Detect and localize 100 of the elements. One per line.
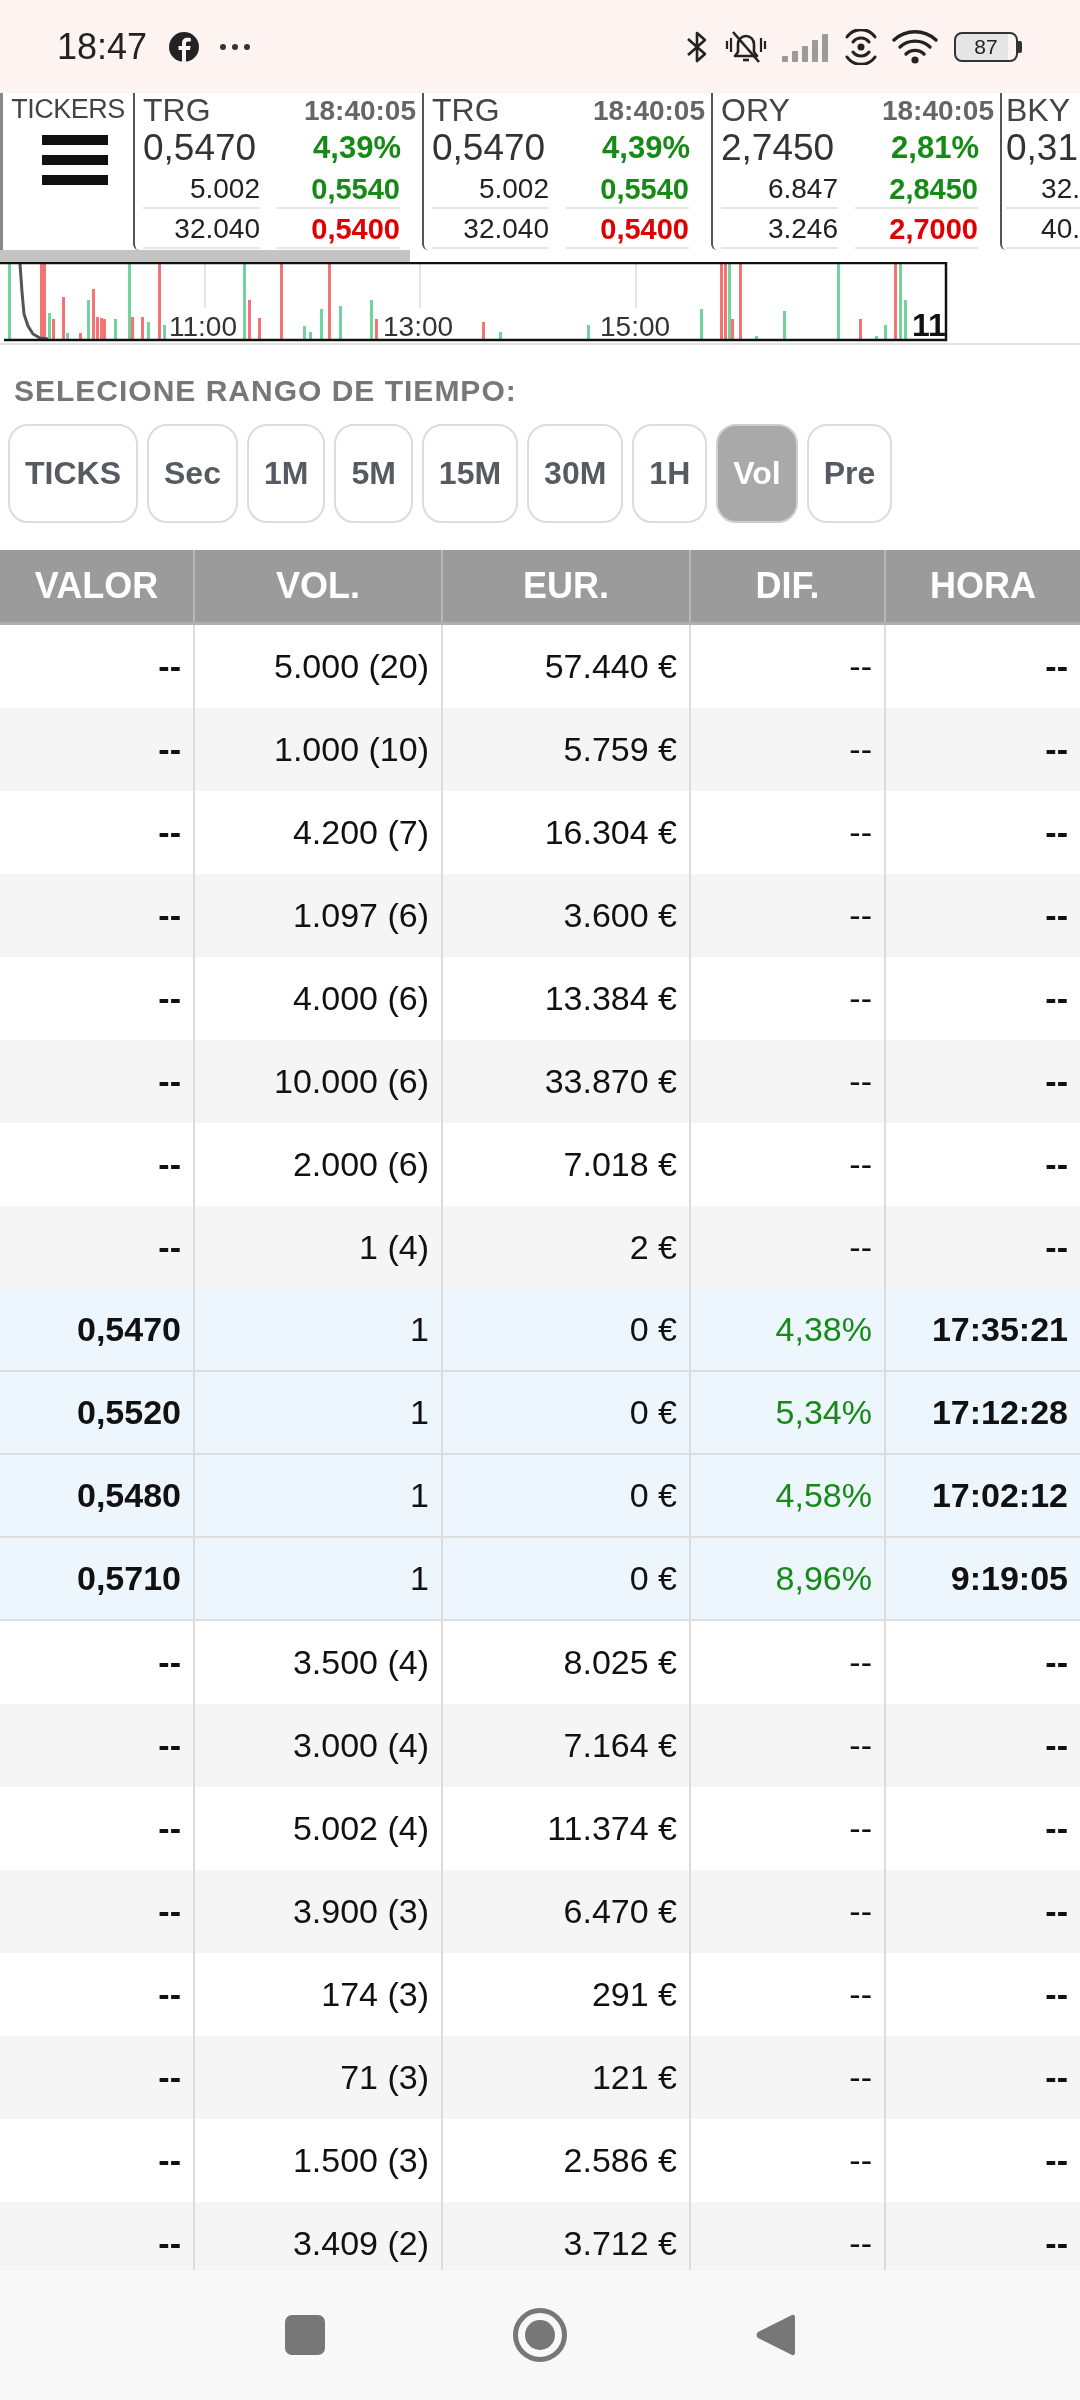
table-cell: 1: [193, 1455, 441, 1536]
table-cell-text: --: [157, 1725, 182, 1766]
volume-bar: [370, 300, 373, 340]
table-cell-text: --: [157, 1974, 182, 2015]
table-cell-text: --: [157, 2057, 182, 2098]
status-time: 18:47: [57, 25, 148, 68]
table-cell-text: 0,5480: [76, 1475, 182, 1516]
volume-bar: [79, 333, 82, 340]
back-icon[interactable]: [755, 2312, 795, 2358]
table-cell-text: --: [157, 812, 182, 853]
ticker-price: 0,31: [1006, 127, 1078, 169]
axis-label: 13:00: [383, 311, 454, 342]
battery-indicator: 87: [954, 31, 1022, 62]
wifi-icon: [892, 28, 938, 65]
ticker-value: 5.002: [432, 171, 549, 209]
ticker-value: 40.: [1006, 211, 1080, 249]
range-tab[interactable]: Sec: [147, 424, 238, 523]
volume-bar: [87, 300, 90, 340]
volume-bar: [482, 322, 485, 340]
table-cell-text: --: [157, 2140, 182, 2181]
range-tab[interactable]: 15M: [421, 424, 519, 523]
volume-bar: [375, 319, 378, 340]
volume-bar: [248, 300, 251, 340]
table-cell-text: 0,5520: [76, 1392, 182, 1433]
volume-bar: [755, 336, 758, 340]
table-cell: 17:02:12: [884, 1455, 1080, 1536]
volume-bar: [303, 326, 306, 340]
ticker-card[interactable]: BKY 0,31 32. 40.: [1000, 93, 1080, 250]
volume-bar: [700, 309, 703, 340]
volume-bar: [884, 325, 887, 340]
tickers-label: TICKERS: [11, 93, 125, 125]
table-cell: 1: [193, 1289, 441, 1370]
table-cell-text: 0,5710: [76, 1558, 182, 1599]
table-cell: 1: [193, 1372, 441, 1453]
range-tab[interactable]: 30M: [527, 424, 624, 523]
ticker-change: 4,39%: [602, 130, 690, 166]
ticker-symbol: ORY: [721, 93, 790, 127]
table-cell: 0 €: [441, 1372, 689, 1453]
menu-icon[interactable]: [42, 135, 108, 185]
table-cell: 8,96%: [689, 1538, 884, 1619]
ticker-value: 2,8450: [855, 171, 978, 209]
ticker-price: 2,7450: [721, 127, 835, 169]
volume-bar: [783, 311, 786, 340]
scrollbar-thumb[interactable]: [0, 250, 410, 262]
volume-bar: [258, 318, 261, 340]
range-tab[interactable]: Pre: [806, 424, 893, 523]
table-cell-text: --: [157, 1227, 182, 1268]
ticker-value: 0,5540: [277, 171, 400, 209]
table-cell: 0 €: [441, 1538, 689, 1619]
table-cell: 4,38%: [689, 1289, 884, 1370]
recent-apps-icon[interactable]: [285, 2315, 325, 2355]
ticker-price: 0,5470: [143, 127, 257, 169]
ticker-value: 2,7000: [855, 211, 978, 249]
range-tab[interactable]: 1M: [246, 424, 326, 523]
ticker-change: 2,81%: [891, 130, 979, 166]
ticker-symbol: TRG: [143, 93, 211, 127]
table-cell-text: --: [157, 1061, 182, 1102]
f-circle-icon: [169, 31, 200, 62]
table-cell: 0 €: [441, 1455, 689, 1536]
axis-label: 11:00: [169, 311, 237, 342]
table-cell: 0 €: [441, 1289, 689, 1370]
volume-bar: [859, 319, 862, 340]
ticker-card[interactable]: TRG 18:40:05 0,5470 4,39% 5.002 0,5540 32.040 0,5400: [422, 93, 711, 250]
ticker-card[interactable]: ORY 18:40:05 2,7450 2,81% 6.847 2,8450 3.246 2,7000: [711, 93, 1000, 250]
table-cell: 1: [193, 1538, 441, 1619]
home-icon[interactable]: [513, 2308, 567, 2362]
ticker-value: 5.002: [143, 171, 260, 209]
volume-bar: [499, 332, 502, 340]
ticker-change: 4,39%: [313, 130, 401, 166]
table-cell: 4,58%: [689, 1455, 884, 1536]
table-cell-text: --: [157, 895, 182, 936]
volume-bar: [147, 322, 150, 340]
ticker-symbol: TRG: [432, 93, 500, 127]
bluetooth-icon: [686, 29, 708, 64]
table-cell-text: --: [157, 646, 182, 687]
ticker-price: 0,5470: [432, 127, 546, 169]
axis-label: 11: [912, 307, 946, 343]
table-cell-text: --: [157, 1144, 182, 1185]
range-tab[interactable]: 5M: [334, 424, 413, 523]
table-cell-text: --: [157, 1808, 182, 1849]
volume-bar: [339, 306, 342, 340]
ticker-value: 3.246: [721, 211, 838, 249]
table-cell: 17:12:28: [884, 1372, 1080, 1453]
volume-bar: [114, 319, 117, 340]
ticker-value: 0,5540: [566, 171, 689, 209]
volume-bar: [309, 332, 312, 340]
volume-bar: [904, 300, 907, 340]
ticker-value: 0,5400: [566, 211, 689, 249]
table-cell-text: --: [157, 1642, 182, 1683]
axis-label: 15:00: [600, 311, 671, 342]
volume-bar: [320, 309, 323, 340]
volume-bar: [141, 317, 144, 340]
ticker-time: 18:40:05: [881, 95, 994, 127]
volume-bar: [163, 325, 166, 340]
range-tab[interactable]: 1H: [632, 424, 708, 523]
range-tab[interactable]: TICKS: [8, 424, 138, 523]
broadcast-icon: [844, 28, 878, 65]
ticker-time: 18:40:05: [592, 95, 705, 127]
volume-bar: [875, 336, 878, 340]
range-title: SELECIONE RANGO DE TIEMPO:: [13, 374, 518, 408]
